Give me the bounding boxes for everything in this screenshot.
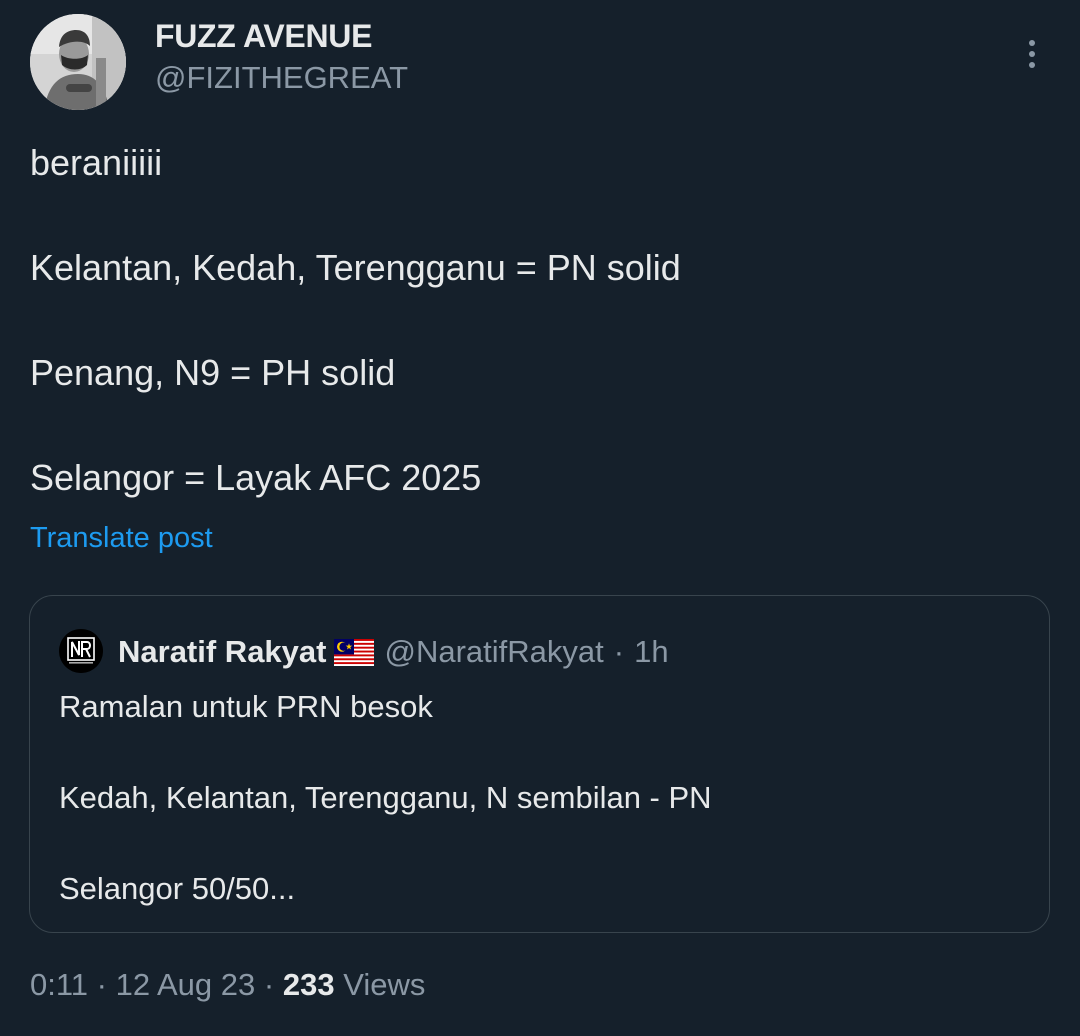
meta-separator: · (96, 967, 107, 1002)
quoted-meta-separator: · (613, 634, 625, 669)
quoted-post-header: Naratif Rakyat @NaratifRakyat · 1h (118, 630, 669, 674)
post-date[interactable]: 12 Aug 23 (116, 967, 256, 1002)
tweet: FUZZ AVENUE @FIZITHEGREAT beraniiiii Kel… (0, 0, 1080, 1036)
quoted-post[interactable]: Naratif Rakyat @NaratifRakyat · 1h Ramal… (29, 595, 1050, 933)
post-time[interactable]: 0:11 (30, 967, 88, 1002)
meta-separator: · (263, 967, 275, 1002)
more-button[interactable] (1012, 34, 1052, 74)
views-count[interactable]: 233 (283, 967, 335, 1002)
post-text: beraniiiii Kelantan, Kedah, Terengganu =… (30, 142, 681, 498)
post-meta: 0:11 · 12 Aug 23 · 233 Views (30, 967, 425, 1003)
malaysia-flag-icon (334, 638, 375, 666)
author-display-name[interactable]: FUZZ AVENUE (155, 18, 372, 55)
author-avatar[interactable] (30, 14, 126, 110)
quoted-post-time[interactable]: 1h (634, 634, 668, 670)
profile-photo-icon (30, 14, 126, 110)
quoted-author-handle[interactable]: @NaratifRakyat (384, 634, 603, 670)
author-handle[interactable]: @FIZITHEGREAT (155, 60, 408, 96)
translate-post-link[interactable]: Translate post (30, 522, 213, 555)
more-vertical-icon (1029, 40, 1035, 68)
quoted-post-text: Ramalan untuk PRN besok Kedah, Kelantan,… (59, 689, 712, 906)
quoted-author-avatar[interactable] (59, 629, 103, 673)
views-label[interactable]: Views (343, 967, 425, 1002)
quoted-author-name[interactable]: Naratif Rakyat (118, 634, 326, 670)
naratif-rakyat-logo-icon (59, 629, 103, 673)
